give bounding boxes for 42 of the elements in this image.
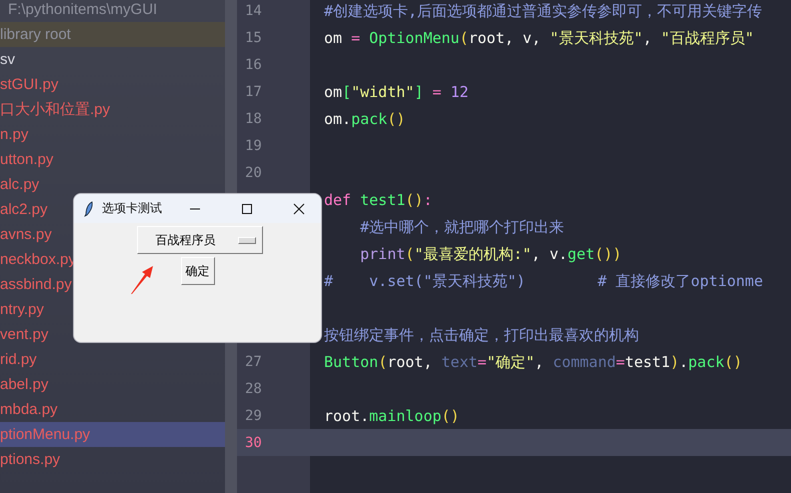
tree-item[interactable]: utton.py (0, 147, 225, 172)
tree-item[interactable]: rid.py (0, 347, 225, 372)
tree-item[interactable]: ptionMenu.py (0, 422, 225, 447)
line-number: 27 (244, 354, 262, 370)
code-line: def test1(): (324, 190, 432, 208)
code-line: #选中哪个，就把哪个打印出来 (359, 218, 564, 236)
code-line: root.mainloop() (324, 406, 460, 424)
line-number: 30 (244, 434, 262, 450)
maximize-icon (241, 202, 253, 214)
code-line: # v.set("景天科技苑") # 直接修改了optionme (324, 272, 763, 290)
code-line: om["width"] = 12 (324, 82, 468, 100)
line-number: 15 (244, 30, 262, 46)
arrow-drawing (130, 265, 154, 295)
line-number: 28 (244, 380, 262, 396)
code-line: #创建选项卡,后面选项都通过普通实参传参即可，不可用关键字传 (324, 2, 762, 20)
line-number: 18 (244, 110, 262, 126)
close-icon (293, 202, 305, 214)
line-number: 14 (244, 2, 262, 18)
tree-item[interactable]: alc.py (0, 172, 225, 197)
tree-item[interactable]: n.py (0, 122, 225, 147)
line-number: 16 (244, 56, 262, 72)
window-title: 选项卡测试 (102, 200, 163, 217)
line-number: 19 (244, 138, 262, 154)
code-line: om.pack() (324, 110, 406, 128)
code-line: om = OptionMenu(root, v, "景天科技苑", "百战程序员" (324, 28, 754, 46)
code-line: print("最喜爱的机构:", v.get()) (359, 244, 622, 262)
ok-button[interactable]: 确定 (180, 257, 214, 285)
feather-icon (84, 200, 94, 216)
line-number: 29 (244, 408, 262, 424)
option-menu[interactable]: 百战程序员 (136, 226, 262, 254)
tree-item[interactable]: F:\pythonitems\myGUI (0, 0, 225, 22)
line-number: 17 (244, 84, 262, 100)
code-line: Button(root, text="确定", command=test1).pack() (324, 352, 742, 370)
code-line: 按钮绑定事件，点击确定，打印出最喜欢的机构 (324, 326, 639, 344)
tree-item[interactable]: library root (0, 22, 225, 47)
tree-item[interactable]: abel.py (0, 372, 225, 397)
tree-item[interactable]: sv (0, 47, 225, 72)
tree-item[interactable]: ptions.py (0, 447, 225, 472)
tree-item[interactable]: mbda.py (0, 397, 225, 422)
tree-item[interactable]: 口大小和位置.py (0, 97, 225, 122)
line-number: 20 (244, 164, 262, 180)
tree-item[interactable]: stGUI.py (0, 72, 225, 97)
